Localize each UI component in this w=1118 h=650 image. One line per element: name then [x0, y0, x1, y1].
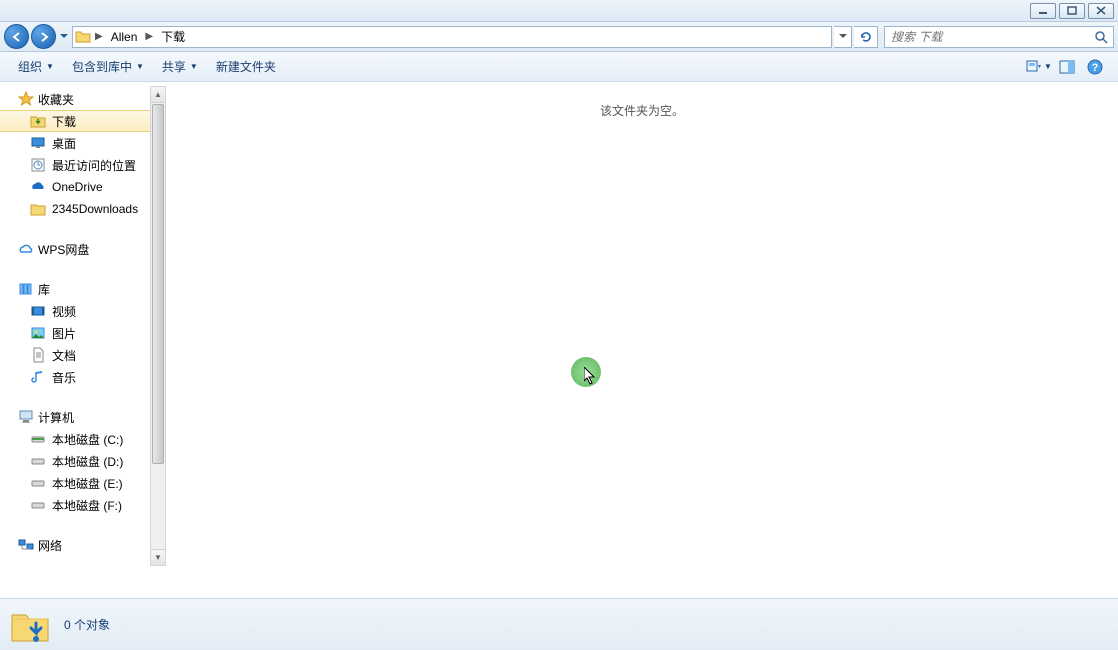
- minimize-button[interactable]: [1030, 3, 1056, 19]
- computer-header[interactable]: 计算机: [0, 406, 150, 428]
- cursor-icon: [584, 367, 598, 385]
- search-input[interactable]: [885, 30, 1089, 44]
- file-list-area[interactable]: 该文件夹为空。: [166, 82, 1118, 598]
- chevron-icon: ▶: [145, 31, 153, 42]
- maximize-button[interactable]: [1059, 3, 1085, 19]
- folder-icon: [75, 29, 91, 45]
- history-dropdown[interactable]: [58, 26, 70, 48]
- sidebar-item-2345[interactable]: 2345Downloads: [0, 198, 150, 220]
- sidebar-item-drive-e[interactable]: 本地磁盘 (E:): [0, 472, 150, 494]
- svg-text:?: ?: [1092, 62, 1099, 74]
- sidebar-item-label: 2345Downloads: [52, 202, 138, 216]
- network-icon: [18, 537, 34, 553]
- sidebar-item-label: 本地磁盘 (F:): [52, 497, 122, 514]
- download-folder-large-icon: [8, 603, 52, 647]
- drive-icon: [30, 453, 46, 469]
- sidebar-item-label: 最近访问的位置: [52, 157, 136, 174]
- forward-button[interactable]: [31, 24, 56, 49]
- sidebar-item-pictures[interactable]: 图片: [0, 322, 150, 344]
- cloud-icon: [18, 241, 34, 257]
- drive-icon: [30, 475, 46, 491]
- recent-icon: [30, 157, 46, 173]
- picture-icon: [30, 325, 46, 341]
- video-icon: [30, 303, 46, 319]
- folder-icon: [30, 201, 46, 217]
- status-text: 0 个对象: [64, 616, 110, 633]
- sidebar-item-label: 视频: [52, 303, 76, 320]
- document-icon: [30, 347, 46, 363]
- help-button[interactable]: ?: [1082, 56, 1108, 78]
- statusbar: 0 个对象: [0, 598, 1118, 650]
- sidebar-item-desktop[interactable]: 桌面: [0, 132, 150, 154]
- empty-folder-label: 该文件夹为空。: [600, 104, 684, 118]
- sidebar-item-recent[interactable]: 最近访问的位置: [0, 154, 150, 176]
- sidebar-item-music[interactable]: 音乐: [0, 366, 150, 388]
- sidebar-scrollbar[interactable]: ▲ ▼: [150, 82, 166, 598]
- libraries-label: 库: [38, 281, 50, 298]
- sidebar-item-downloads[interactable]: 下载: [0, 110, 150, 132]
- sidebar-item-documents[interactable]: 文档: [0, 344, 150, 366]
- sidebar-item-label: 图片: [52, 325, 76, 342]
- wps-header[interactable]: WPS网盘: [0, 238, 150, 260]
- sidebar-item-label: 本地磁盘 (D:): [52, 453, 123, 470]
- address-bar[interactable]: ▶ Allen ▶ 下载: [72, 26, 832, 48]
- sidebar-item-onedrive[interactable]: OneDrive: [0, 176, 150, 198]
- network-header[interactable]: 网络: [0, 534, 150, 556]
- breadcrumb-seg[interactable]: 下载: [157, 27, 189, 47]
- sidebar-item-drive-f[interactable]: 本地磁盘 (F:): [0, 494, 150, 516]
- sidebar-item-label: 本地磁盘 (C:): [52, 431, 123, 448]
- back-button[interactable]: [4, 24, 29, 49]
- cursor-highlight: [571, 357, 601, 387]
- sidebar-item-label: 下载: [52, 113, 76, 130]
- navbar: ▶ Allen ▶ 下载: [0, 22, 1118, 52]
- sidebar-item-label: 本地磁盘 (E:): [52, 475, 123, 492]
- view-button[interactable]: ▼: [1026, 56, 1052, 78]
- sidebar-item-videos[interactable]: 视频: [0, 300, 150, 322]
- drive-icon: [30, 497, 46, 513]
- preview-pane-button[interactable]: [1054, 56, 1080, 78]
- newfolder-button[interactable]: 新建文件夹: [208, 55, 284, 78]
- close-button[interactable]: [1088, 3, 1114, 19]
- sidebar-item-drive-c[interactable]: 本地磁盘 (C:): [0, 428, 150, 450]
- search-box[interactable]: [884, 26, 1114, 48]
- toolbar: 组织▼ 包含到库中▼ 共享▼ 新建文件夹 ▼ ?: [0, 52, 1118, 82]
- sidebar-item-label: 文档: [52, 347, 76, 364]
- sidebar: 收藏夹 下载 桌面 最近访问的位置 OneDrive 2345Downloads: [0, 82, 150, 598]
- organize-button[interactable]: 组织▼: [10, 55, 62, 78]
- favorites-header[interactable]: 收藏夹: [0, 88, 150, 110]
- star-icon: [18, 91, 34, 107]
- sidebar-item-label: OneDrive: [52, 180, 103, 194]
- include-library-button[interactable]: 包含到库中▼: [64, 55, 152, 78]
- address-dropdown[interactable]: [834, 26, 852, 48]
- onedrive-icon: [30, 179, 46, 195]
- computer-label: 计算机: [38, 409, 74, 426]
- drive-icon: [30, 431, 46, 447]
- desktop-icon: [30, 135, 46, 151]
- computer-icon: [18, 409, 34, 425]
- network-label: 网络: [38, 537, 62, 554]
- sidebar-item-label: 音乐: [52, 369, 76, 386]
- favorites-label: 收藏夹: [38, 91, 74, 108]
- wps-label: WPS网盘: [38, 241, 89, 258]
- chevron-icon: ▶: [95, 31, 103, 42]
- breadcrumb-seg[interactable]: Allen: [107, 27, 142, 47]
- music-icon: [30, 369, 46, 385]
- sidebar-item-drive-d[interactable]: 本地磁盘 (D:): [0, 450, 150, 472]
- sidebar-item-label: 桌面: [52, 135, 76, 152]
- library-icon: [18, 281, 34, 297]
- refresh-button[interactable]: [854, 26, 878, 48]
- download-folder-icon: [30, 113, 46, 129]
- share-button[interactable]: 共享▼: [154, 55, 206, 78]
- titlebar: [0, 0, 1118, 22]
- libraries-header[interactable]: 库: [0, 278, 150, 300]
- search-icon[interactable]: [1089, 27, 1113, 47]
- scrollbar-thumb[interactable]: [152, 104, 164, 464]
